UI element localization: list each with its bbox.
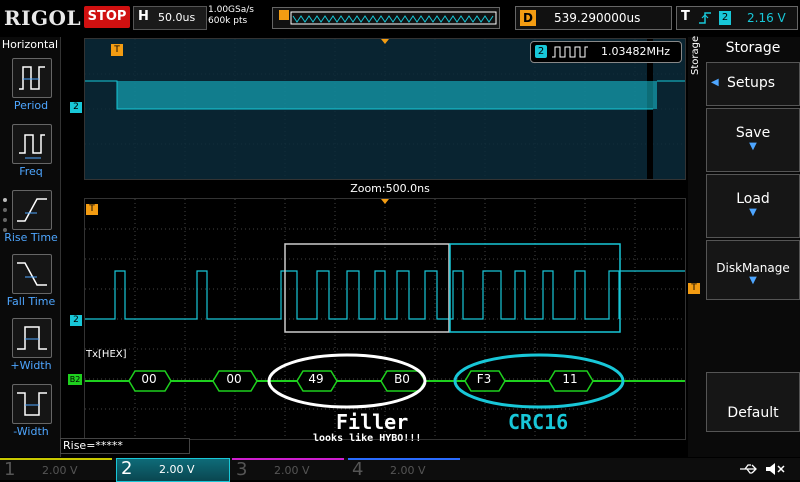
positive-width-icon	[17, 326, 47, 350]
usb-icon	[740, 464, 757, 474]
frequency-label: Freq	[19, 165, 43, 178]
frequency-value: 1.03482MHz	[601, 45, 671, 58]
storage-menu-title: Storage	[725, 40, 781, 56]
channel-status-bar: 1 2.00 V 2 2.00 V 3 2.00 V 4 2.00 V	[0, 458, 800, 482]
speaker-muted-icon[interactable]	[764, 461, 786, 477]
disk-manage-label: DiskManage	[716, 261, 790, 275]
save-label: Save	[735, 125, 771, 141]
channel-2-tab[interactable]: 2 2.00 V	[116, 458, 230, 482]
trigger-level-marker: T	[688, 283, 700, 294]
run-stop-status[interactable]: STOP	[84, 6, 130, 28]
load-button[interactable]: Load ▼	[706, 174, 800, 238]
overview-burst	[117, 81, 657, 109]
frequency-icon	[19, 134, 45, 159]
period-icon	[19, 66, 45, 90]
filler-note: looks like HYBO!!!	[313, 433, 422, 444]
decoded-byte[interactable]: F3	[464, 372, 504, 386]
rise-time-label: Rise Time	[4, 231, 58, 244]
filler-annotation: Filler	[336, 410, 409, 434]
decoder-label: Tx[HEX]	[86, 349, 127, 360]
measurement-readout: Rise=*****	[60, 438, 190, 454]
decoded-byte[interactable]: 11	[548, 372, 592, 386]
storage-side-label: Storage	[690, 35, 701, 75]
channel-scale: 2.00 V	[159, 463, 195, 476]
trigger-channel: 2	[719, 11, 731, 25]
chevron-down-icon: ▼	[749, 141, 757, 152]
frequency-readout: 2 1.03482MHz	[530, 41, 682, 63]
trigger-position-marker	[279, 10, 289, 20]
disk-manage-button[interactable]: DiskManage ▼	[706, 240, 800, 300]
delay-label: D	[520, 10, 536, 26]
positive-width-button[interactable]	[12, 318, 52, 358]
horizontal-timebase[interactable]: H 50.0us	[133, 6, 207, 30]
memory-waveform-overview	[279, 10, 497, 25]
trigger-pos-marker	[381, 199, 389, 204]
negative-width-icon	[17, 392, 47, 416]
fall-time-icon	[17, 262, 47, 286]
frequency-channel: 2	[535, 45, 547, 58]
default-button[interactable]: Default	[706, 372, 800, 432]
setups-label: Setups	[727, 75, 776, 91]
trigger-level: 2.16 V	[747, 11, 786, 25]
rising-edge-icon	[699, 12, 711, 24]
menu-page-indicator	[2, 196, 8, 236]
horizontal-label: H	[138, 9, 149, 24]
left-arrow-icon: ◀	[711, 77, 719, 88]
chevron-down-icon: ▼	[749, 275, 757, 286]
chevron-down-icon: ▼	[749, 207, 757, 218]
zoom-label: Zoom:500.0ns	[350, 182, 430, 195]
sample-rate: 1.00GSa/s	[208, 5, 254, 15]
channel-scale: 2.00 V	[42, 464, 78, 477]
period-label: Period	[13, 99, 49, 112]
memory-position-bar[interactable]	[272, 7, 500, 29]
overview-ch2-marker: 2	[70, 102, 82, 113]
channel-scale: 2.00 V	[274, 464, 310, 477]
channel-3-tab[interactable]: 3 2.00 V	[232, 458, 344, 482]
square-wave-icon	[552, 46, 588, 58]
negative-width-label: -Width	[13, 425, 49, 438]
channel-scale: 2.00 V	[390, 464, 426, 477]
measure-menu-title: Horizontal	[1, 38, 59, 51]
rise-time-icon	[17, 198, 47, 222]
delay-value: 539.290000us	[554, 11, 641, 25]
overview-trace	[292, 15, 494, 23]
negative-width-button[interactable]	[12, 384, 52, 424]
decoder-marker: B2	[68, 374, 82, 385]
frequency-button[interactable]	[12, 124, 52, 164]
channel-number: 3	[236, 459, 248, 480]
zoom-grid	[85, 199, 685, 439]
trigger-readout[interactable]: T 2 2.16 V	[676, 6, 798, 30]
setups-button[interactable]: ◀ Setups	[706, 62, 800, 106]
channel-number: 4	[352, 459, 364, 480]
brand-logo: RIGOL	[4, 6, 82, 30]
trigger-label: T	[681, 9, 690, 24]
decoded-byte[interactable]: B0	[380, 372, 424, 386]
period-button[interactable]	[12, 58, 52, 98]
zoom-trigger-marker: T	[86, 204, 98, 215]
fall-time-label: Fall Time	[6, 295, 56, 308]
decoded-byte[interactable]: 00	[128, 372, 170, 386]
rise-time-button[interactable]	[12, 190, 52, 230]
default-label: Default	[727, 405, 779, 421]
decoded-byte[interactable]: 49	[296, 372, 336, 386]
zoom-waveform-area[interactable]	[84, 198, 686, 440]
positive-width-label: +Width	[10, 359, 52, 372]
channel-number: 2	[121, 458, 133, 479]
memory-depth: 600k pts	[208, 16, 248, 26]
delay-readout[interactable]: D 539.290000us	[515, 6, 672, 30]
load-label: Load	[736, 191, 770, 207]
crc-annotation: CRC16	[508, 410, 569, 434]
save-button[interactable]: Save ▼	[706, 108, 800, 172]
timebase-value: 50.0us	[158, 11, 196, 24]
fall-time-button[interactable]	[12, 254, 52, 294]
ch2-trace	[85, 270, 685, 320]
zoom-ch2-marker: 2	[70, 315, 82, 326]
channel-4-tab[interactable]: 4 2.00 V	[348, 458, 460, 482]
overview-trigger-marker: T	[111, 44, 123, 56]
decoded-byte[interactable]: 00	[212, 372, 256, 386]
channel-number: 1	[4, 459, 16, 480]
channel-1-tab[interactable]: 1 2.00 V	[0, 458, 112, 482]
acquisition-info: 1.00GSa/s 600k pts	[208, 5, 254, 27]
